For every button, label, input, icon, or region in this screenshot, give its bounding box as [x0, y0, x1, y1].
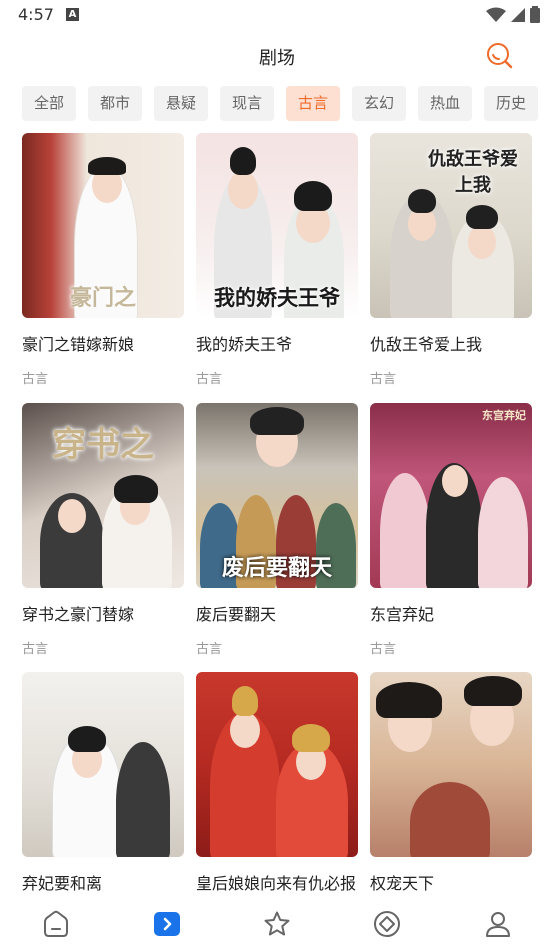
drama-genre: 古言 [370, 642, 397, 657]
tab-modern-romance[interactable]: 现言 [220, 86, 274, 121]
header: 剧场 [0, 34, 554, 78]
search-icon [487, 43, 513, 69]
battery-icon [530, 6, 540, 23]
star-icon [264, 911, 290, 936]
drama-card[interactable]: 我的娇夫王爷 我的娇夫王爷 古言 [196, 133, 358, 387]
drama-title: 豪门之错嫁新娘 [22, 335, 135, 354]
drama-cover[interactable] [196, 672, 358, 857]
drama-genre: 古言 [22, 642, 49, 657]
status-icons [486, 6, 540, 23]
tab-action[interactable]: 热血 [418, 86, 472, 121]
page-title: 剧场 [259, 48, 295, 69]
drama-cover[interactable]: 废后要翻天 [196, 403, 358, 588]
drama-card[interactable]: 东宫弃妃 东宫弃妃 古言 [370, 403, 532, 657]
drama-title: 废后要翻天 [196, 605, 277, 624]
cover-title-text: 豪门之 [69, 285, 136, 311]
drama-card[interactable]: 仇敌王爷爱上我 仇敌王爷爱上我 古言 [370, 133, 532, 387]
home-icon [44, 910, 68, 937]
drama-cover[interactable]: 穿书之 [22, 403, 184, 588]
nav-profile[interactable] [484, 910, 512, 938]
bottom-nav [0, 898, 554, 944]
nav-favorites[interactable] [263, 910, 291, 938]
drama-genre: 古言 [196, 372, 223, 387]
cover-title-text: 我的娇夫王爷 [214, 285, 340, 310]
cover-title-text: 穿书之 [52, 425, 154, 465]
tab-history[interactable]: 历史 [484, 86, 538, 121]
drama-title: 穿书之豪门替嫁 [22, 605, 135, 624]
drama-card[interactable]: 豪门之 豪门之错嫁新娘 古言 [22, 133, 184, 387]
drama-card[interactable]: 权宠天下 [370, 672, 532, 894]
category-tabs: 全部 都市 悬疑 现言 古言 玄幻 热血 历史 [22, 86, 538, 121]
drama-card[interactable]: 皇后娘娘向来有仇必报 [196, 672, 358, 894]
nav-theater[interactable] [153, 910, 181, 938]
drama-cover[interactable]: 豪门之 [22, 133, 184, 318]
drama-title: 东宫弃妃 [370, 605, 435, 624]
cover-title-text: 仇敌王爷爱上我 [428, 149, 518, 196]
drama-genre: 古言 [370, 372, 397, 387]
wifi-icon [486, 7, 506, 22]
notification-a-icon: A [66, 8, 79, 21]
play-icon [154, 912, 180, 936]
drama-title: 弃妃要和离 [22, 874, 103, 893]
status-bar: 4:57 A [0, 0, 554, 32]
drama-title: 皇后娘娘向来有仇必报 [196, 874, 357, 893]
drama-genre: 古言 [196, 642, 223, 657]
tab-urban[interactable]: 都市 [88, 86, 142, 121]
drama-title: 仇敌王爷爱上我 [370, 335, 483, 354]
tab-all[interactable]: 全部 [22, 86, 76, 121]
drama-title: 权宠天下 [370, 874, 435, 893]
profile-icon [486, 912, 510, 937]
drama-title: 我的娇夫王爷 [196, 335, 293, 354]
tab-fantasy[interactable]: 玄幻 [352, 86, 406, 121]
drama-cover[interactable]: 我的娇夫王爷 [196, 133, 358, 318]
drama-cover[interactable]: 东宫弃妃 [370, 403, 532, 588]
tab-suspense[interactable]: 悬疑 [154, 86, 208, 121]
drama-genre: 古言 [22, 372, 49, 387]
status-time: 4:57 [18, 5, 54, 24]
tab-ancient-romance[interactable]: 古言 [286, 86, 340, 121]
drama-card[interactable]: 弃妃要和离 [22, 672, 184, 894]
drama-card[interactable]: 废后要翻天 废后要翻天 古言 [196, 403, 358, 657]
drama-cover[interactable] [370, 672, 532, 857]
drama-card[interactable]: 穿书之 穿书之豪门替嫁 古言 [22, 403, 184, 657]
nav-home[interactable] [42, 910, 70, 938]
nav-discover[interactable] [373, 910, 401, 938]
cover-title-text: 废后要翻天 [221, 555, 332, 581]
drama-cover[interactable] [22, 672, 184, 857]
discover-icon [374, 911, 400, 937]
signal-icon [511, 7, 525, 22]
drama-cover[interactable]: 仇敌王爷爱上我 [370, 133, 532, 318]
search-button[interactable] [484, 41, 516, 73]
cover-title-text: 东宫弃妃 [482, 409, 526, 422]
